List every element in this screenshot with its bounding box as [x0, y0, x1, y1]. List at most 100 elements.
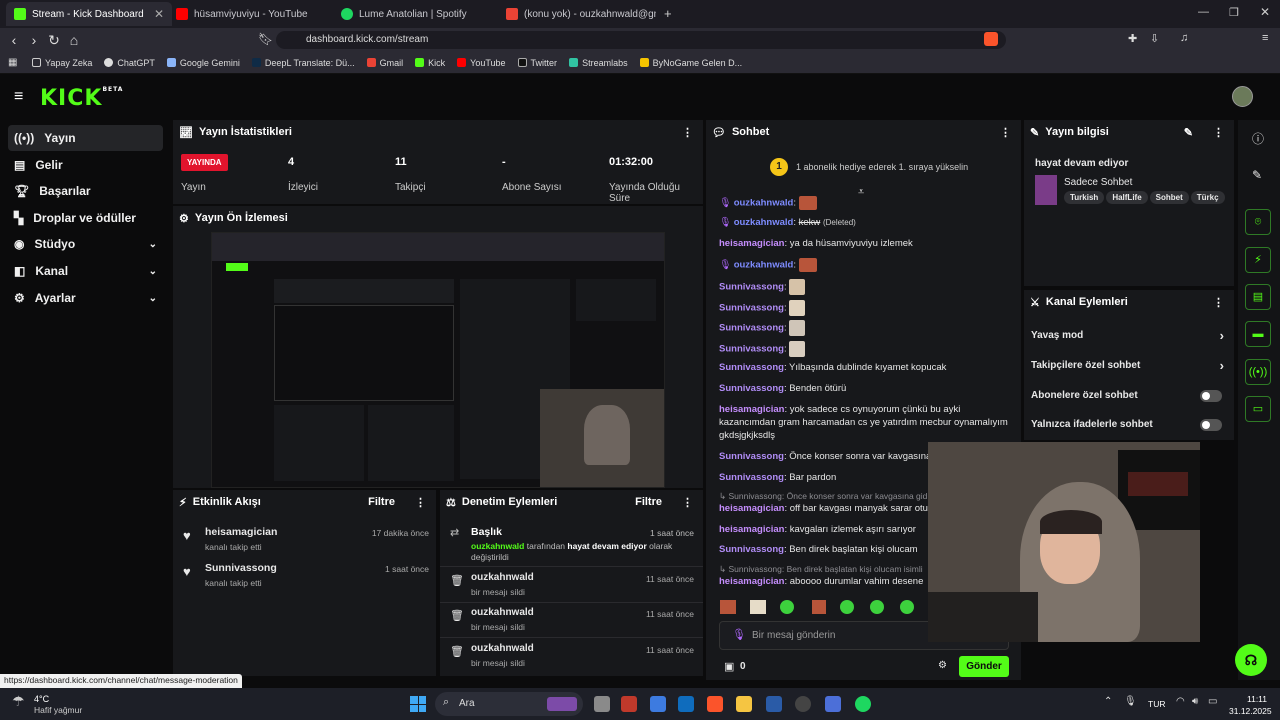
chat-message[interactable]: Sunnivassong:	[719, 300, 806, 316]
chat-username[interactable]: ouzkahnwald	[734, 260, 794, 271]
bookmark-icon[interactable]: 🔖︎	[258, 32, 273, 46]
minimize-icon[interactable]: —	[1198, 6, 1209, 18]
stream-category[interactable]: Sadece Sohbet	[1064, 177, 1132, 188]
camera-button[interactable]: ⌾	[1245, 209, 1271, 235]
kick-logo[interactable]: KICKBETA	[40, 86, 123, 111]
chat-message[interactable]: 🎙︎ ouzkahnwald:	[719, 258, 817, 272]
subscribers-only-toggle[interactable]	[1200, 390, 1222, 402]
obs-icon[interactable]	[795, 696, 811, 712]
tab-spotify[interactable]: Lume Anatolian | Spotify	[333, 2, 499, 26]
pencil-icon[interactable]: ✎	[1184, 126, 1193, 139]
moderation-user[interactable]: ouzkahnwald	[471, 572, 534, 583]
emote-icon[interactable]	[840, 600, 854, 614]
calculator-icon[interactable]	[650, 696, 666, 712]
chat-username[interactable]: Sunnivassong	[719, 344, 784, 355]
bookmark-item[interactable]: Streamlabs	[569, 58, 628, 68]
tag-chip[interactable]: Turkish	[1064, 191, 1105, 204]
store-icon[interactable]	[766, 696, 782, 712]
emote-icon[interactable]	[720, 600, 736, 614]
sidebar-item-studyo[interactable]: ◉ Stüdyo ⌄	[8, 231, 163, 257]
chat-message[interactable]: heisamagician: off bar kavgası manyak sa…	[719, 503, 936, 514]
home-icon[interactable]: ⌂	[64, 32, 84, 48]
more-options-icon[interactable]: ⋮	[415, 496, 426, 509]
media-icon[interactable]: ♫	[1180, 32, 1188, 44]
tray-overflow-icon[interactable]: ⌃	[1104, 696, 1112, 707]
new-tab-icon[interactable]: +	[664, 6, 672, 21]
battery-icon[interactable]: ▭	[1208, 696, 1217, 707]
moderation-user[interactable]: ouzkahnwald	[471, 643, 534, 654]
info-icon[interactable]: ⓘ	[1252, 130, 1264, 147]
chat-username[interactable]: heisamagician	[719, 404, 784, 415]
sidebar-item-gelir[interactable]: ▤ Gelir	[8, 152, 163, 178]
chat-username[interactable]: ouzkahnwald	[734, 217, 794, 228]
emote-icon[interactable]	[812, 600, 826, 614]
moderation-user[interactable]: ouzkahnwald	[471, 541, 524, 551]
sidebar-item-ayarlar[interactable]: ⚙︎ Ayarlar ⌄	[8, 285, 163, 311]
chat-message[interactable]: 🎙︎ ouzkahnwald: kekw (Deleted)	[719, 217, 856, 228]
chat-username[interactable]: Sunnivassong	[719, 303, 784, 314]
taskbar-search[interactable]: ⌕ Ara	[435, 692, 583, 716]
app-icon[interactable]	[621, 696, 637, 712]
microphone-icon[interactable]: 🎙︎	[1124, 696, 1137, 707]
stream-preview-video[interactable]	[211, 232, 665, 488]
chat-username[interactable]: Sunnivassong	[719, 544, 784, 555]
pinned-chevron-icon[interactable]: ⩡	[858, 186, 864, 199]
maximize-icon[interactable]: ❐	[1229, 6, 1239, 19]
activity-user[interactable]: heisamagician	[205, 526, 277, 538]
download-icon[interactable]: ⇩	[1150, 32, 1159, 45]
file-explorer-icon[interactable]	[736, 696, 752, 712]
chat-message[interactable]: Sunnivassong: Bar pardon	[719, 472, 836, 483]
chat-message[interactable]: Sunnivassong: Ben direk başlatan kişi ol…	[719, 544, 918, 555]
tag-chip[interactable]: HalfLife	[1106, 191, 1148, 204]
sidebar-item-kanal[interactable]: ◧ Kanal ⌄	[8, 258, 163, 284]
chat-username[interactable]: Sunnivassong	[719, 282, 784, 293]
filter-button[interactable]: Filtre	[368, 496, 395, 508]
panel-button[interactable]: ▭	[1245, 396, 1271, 422]
back-icon[interactable]: ‹	[4, 32, 24, 48]
task-view-icon[interactable]	[594, 696, 610, 712]
wifi-icon[interactable]: ◠	[1176, 696, 1185, 707]
start-button-icon[interactable]	[410, 696, 426, 712]
bookmark-item[interactable]: Yapay Zeka	[32, 58, 92, 68]
apps-grid-icon[interactable]: ▦	[8, 57, 17, 68]
chat-message[interactable]: Sunnivassong:	[719, 341, 806, 357]
sidebar-item-basarilar[interactable]: 🏆︎ Başarılar	[8, 178, 163, 204]
support-button[interactable]: ☊	[1235, 644, 1267, 676]
menu-icon[interactable]: ≡	[1262, 32, 1268, 44]
chat-message[interactable]: Sunnivassong: Yılbaşında dublinde kıyame…	[719, 362, 946, 373]
chat-username[interactable]: heisamagician	[719, 238, 784, 249]
sidebar-item-droplar[interactable]: ▚ Droplar ve ödüller	[8, 205, 163, 231]
more-options-icon[interactable]: ⋮	[1000, 126, 1011, 139]
emote-only-toggle[interactable]	[1200, 419, 1222, 431]
volume-icon[interactable]: 🔊︎	[1192, 696, 1198, 707]
bookmark-item[interactable]: YouTube	[457, 58, 506, 68]
emote-icon[interactable]	[780, 600, 794, 614]
weather-rain-icon[interactable]: ☂︎	[12, 693, 25, 710]
chat-username[interactable]: heisamagician	[719, 524, 784, 535]
chat-message[interactable]: heisamagician: kavgaları izlemek aşırı s…	[719, 524, 916, 535]
spotify-icon[interactable]	[855, 696, 871, 712]
tab-kick-dashboard[interactable]: Stream - Kick Dashboard ✕	[6, 2, 172, 26]
bookmark-item[interactable]: Google Gemini	[166, 58, 240, 68]
discord-icon[interactable]	[825, 696, 841, 712]
chat-message[interactable]: heisamagician: yok sadece cs oynuyorum ç…	[719, 404, 960, 415]
brave-icon[interactable]	[707, 696, 723, 712]
broadcast-button[interactable]: ((•))	[1245, 359, 1271, 385]
close-tab-icon[interactable]: ✕	[154, 7, 164, 21]
chat-username[interactable]: ouzkahnwald	[734, 198, 794, 209]
chat-username[interactable]: Sunnivassong	[719, 383, 784, 394]
tab-youtube[interactable]: hüsamviyuviyu - YouTube	[168, 2, 334, 26]
chat-message[interactable]: Sunnivassong:	[719, 279, 806, 295]
tag-chip[interactable]: Türkç	[1190, 191, 1225, 204]
tag-chip[interactable]: Sohbet	[1149, 191, 1189, 204]
reload-icon[interactable]: ↻	[44, 32, 64, 49]
chat-username[interactable]: Sunnivassong	[719, 451, 784, 462]
chat-message[interactable]: Sunnivassong: Önce konser sonra var kavg…	[719, 451, 941, 462]
chat-username[interactable]: heisamagician	[719, 503, 784, 514]
chat-username[interactable]: Sunnivassong	[719, 362, 784, 373]
tab-gmail[interactable]: (konu yok) - ouzkahnwald@gmail.co	[498, 2, 664, 26]
emote-icon[interactable]	[750, 600, 766, 614]
chat-message[interactable]: Sunnivassong: Benden ötürü	[719, 383, 846, 394]
slow-mode-row[interactable]: Yavaş mod ›	[1031, 328, 1228, 348]
chat-username[interactable]: Sunnivassong	[719, 323, 784, 334]
